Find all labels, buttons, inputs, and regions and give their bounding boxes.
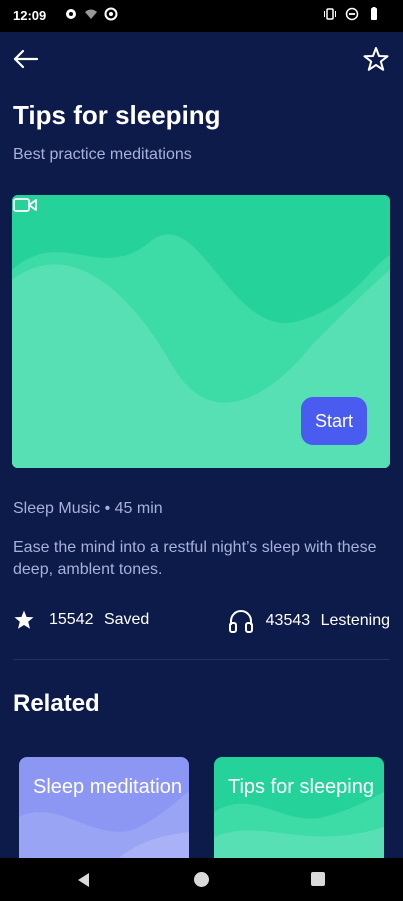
related-card-sleep-meditation[interactable]: Sleep meditation <box>19 757 189 867</box>
nav-home-icon[interactable] <box>194 872 209 887</box>
battery-icon <box>371 7 377 20</box>
listening-label: Lestening <box>320 612 390 629</box>
nav-back-icon[interactable] <box>76 872 92 888</box>
system-nav-bar <box>0 858 403 901</box>
dnd-icon <box>345 7 359 21</box>
card-wave-illustration <box>214 792 384 867</box>
sync-icon <box>104 7 118 21</box>
card-label: Tips for sleeping <box>228 776 374 798</box>
start-button[interactable]: Start <box>301 397 367 445</box>
status-right-icons <box>323 7 381 21</box>
location-icon <box>66 9 76 19</box>
hero-media-card: Start <box>12 195 390 468</box>
card-wave-illustration <box>19 792 189 867</box>
stats-row: 15542 Saved 43543 Lestening <box>0 605 403 637</box>
page-subtitle: Best practice meditations <box>13 146 192 163</box>
related-card-tips-for-sleeping[interactable]: Tips for sleeping <box>214 757 384 867</box>
saved-stat: 15542 Saved <box>13 609 149 631</box>
listening-count: 43543 <box>265 612 311 629</box>
status-bar: 12:09 <box>0 0 403 32</box>
arrow-left-icon[interactable] <box>10 44 42 74</box>
star-filled-icon <box>14 610 34 629</box>
wifi-off-icon <box>85 9 97 19</box>
divider <box>13 659 390 660</box>
star-outline-icon[interactable] <box>361 44 391 74</box>
saved-label: Saved <box>103 611 150 628</box>
video-camera-icon[interactable] <box>12 195 38 215</box>
app-bar <box>0 32 403 86</box>
saved-count: 15542 <box>49 611 94 628</box>
status-time: 12:09 <box>13 8 47 23</box>
session-meta: Sleep Music • 45 min <box>13 500 163 517</box>
card-label: Sleep meditation <box>33 776 182 798</box>
headphones-icon <box>228 610 253 633</box>
listening-stat: 43543 Lestening <box>228 609 390 633</box>
nav-recents-icon[interactable] <box>311 872 325 886</box>
session-description: Ease the mind into a restful night’s sle… <box>13 539 377 578</box>
related-heading: Related <box>13 690 100 717</box>
page-title: Tips for sleeping <box>13 100 221 130</box>
status-left-icons <box>64 7 118 21</box>
vibrate-icon <box>324 8 336 20</box>
